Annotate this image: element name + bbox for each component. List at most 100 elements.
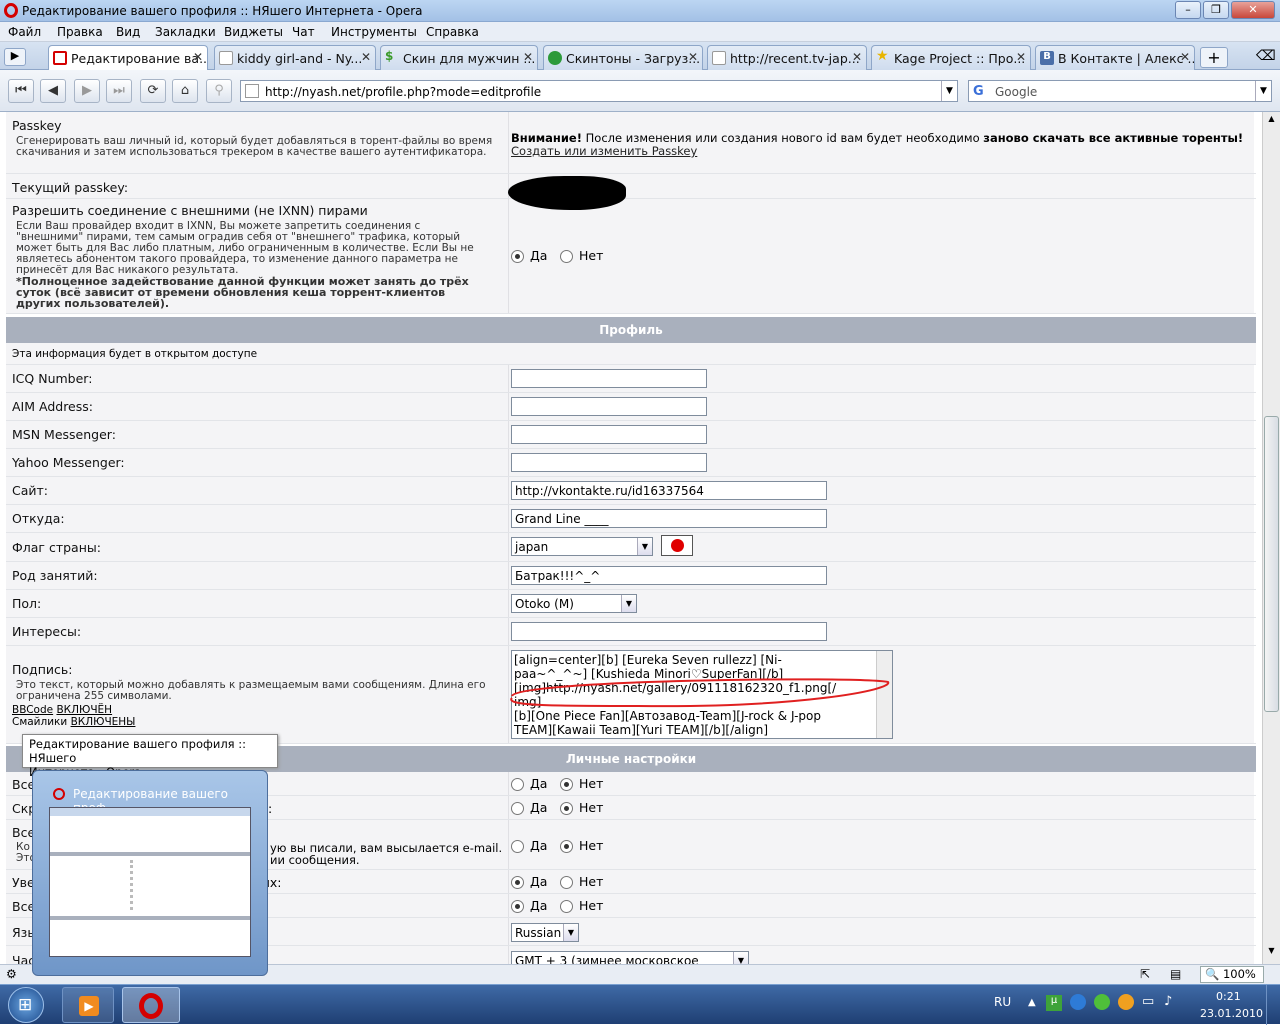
tab-1[interactable]: Редактирование ва... ✕ — [48, 45, 208, 71]
from-input[interactable]: Grand Line ____ — [511, 509, 827, 528]
utorrent-icon[interactable]: μ — [1046, 995, 1062, 1011]
close-button[interactable]: ✕ — [1231, 1, 1275, 19]
tab-3[interactable]: $ Скин для мужчин ... ✕ — [380, 45, 538, 70]
zoom-select[interactable]: 🔍 100% — [1200, 966, 1264, 983]
icq-tray-icon[interactable] — [1094, 994, 1110, 1010]
menu-tools[interactable]: Инструменты — [331, 25, 417, 39]
media-player-icon: ▶ — [79, 996, 99, 1016]
r1-yes-radio[interactable] — [511, 778, 524, 791]
tab-close-icon[interactable]: ✕ — [1016, 50, 1026, 64]
external-peers-note: *Полноценное задействование данной функц… — [16, 275, 469, 310]
interests-input[interactable] — [511, 622, 827, 641]
address-bar[interactable]: http://nyash.net/profile.php?mode=editpr… — [240, 80, 958, 102]
tab-close-icon[interactable]: ✕ — [361, 50, 371, 64]
trash-icon[interactable]: ⌫ — [1256, 48, 1276, 64]
volume-icon[interactable]: ♪ — [1164, 994, 1172, 1009]
search-input[interactable]: G Google ▼ — [968, 80, 1272, 102]
ext-peers-no-radio[interactable] — [560, 250, 573, 263]
address-dropdown-icon[interactable]: ▼ — [941, 81, 957, 101]
menu-file[interactable]: Файл — [8, 25, 41, 39]
r1-no-radio[interactable] — [560, 778, 573, 791]
tab-thumbnail-preview[interactable]: Редактирование вашего проф... — [32, 770, 268, 976]
menu-bookmarks[interactable]: Закладки — [155, 25, 216, 39]
tab-6[interactable]: ★ Kage Project :: Про... ✕ — [871, 45, 1031, 70]
tab-close-icon[interactable]: ✕ — [688, 50, 698, 64]
r5-yes-radio[interactable] — [511, 900, 524, 913]
ext-peers-yes-radio[interactable] — [511, 250, 524, 263]
r3-no-radio[interactable] — [560, 840, 573, 853]
public-note-row: Эта информация будет в открытом доступе — [6, 343, 1256, 365]
tray-expand-icon[interactable]: ▲ — [1028, 997, 1036, 1008]
r3-yes-radio[interactable] — [511, 840, 524, 853]
reload-button[interactable]: ⟳ — [140, 79, 166, 103]
icq-input[interactable] — [511, 369, 707, 388]
scroll-down-icon[interactable]: ▼ — [1264, 946, 1279, 961]
wand-icon[interactable]: ⚲ — [206, 79, 232, 103]
occupation-input[interactable]: Батрак!!!^_^ — [511, 566, 827, 585]
taskbar-opera[interactable] — [122, 987, 180, 1023]
menu-widgets[interactable]: Виджеты — [224, 25, 283, 39]
passkey-desc: Сгенерировать ваш личный id, который буд… — [16, 135, 493, 158]
timezone-select[interactable]: GMT + 3 (зимнее московское время)▼ — [511, 951, 749, 964]
page-scrollbar[interactable]: ▲ ▼ — [1262, 112, 1280, 964]
msn-row: MSN Messenger: — [6, 421, 1256, 449]
tab-close-icon[interactable]: ✕ — [852, 50, 862, 64]
aim-input[interactable] — [511, 397, 707, 416]
menu-view[interactable]: Вид — [116, 25, 140, 39]
panel-toggle-icon[interactable]: ▶ — [4, 48, 26, 66]
dollar-tab-icon: $ — [385, 49, 394, 63]
tab-close-icon[interactable]: ✕ — [193, 50, 203, 64]
rewind-button[interactable]: ⏮ — [8, 79, 34, 103]
tab-7[interactable]: B В Контакте | Алекс ... ✕ — [1035, 45, 1195, 70]
back-button[interactable]: ◀ — [40, 79, 66, 103]
s-tab-icon — [548, 51, 562, 65]
tray-app-icon[interactable] — [1118, 994, 1134, 1010]
tab-4[interactable]: Скинтоны - Загруз... ✕ — [543, 45, 703, 70]
start-button[interactable]: ⊞ — [8, 987, 44, 1023]
new-tab-button[interactable]: + — [1200, 47, 1228, 68]
tab-close-icon[interactable]: ✕ — [523, 50, 533, 64]
taskbar-media-player[interactable]: ▶ — [62, 987, 114, 1023]
external-peers-row: Разрешить соединение с внешними (не IXNN… — [6, 199, 1256, 314]
fit-icon[interactable]: ⇱ — [1140, 967, 1150, 981]
menu-help[interactable]: Справка — [426, 25, 479, 39]
view-icon[interactable]: ▤ — [1170, 967, 1181, 981]
yahoo-input[interactable] — [511, 453, 707, 472]
r4-yes-radio[interactable] — [511, 876, 524, 889]
icq-row: ICQ Number: — [6, 365, 1256, 393]
maximize-button[interactable]: ❐ — [1203, 1, 1229, 19]
network-icon[interactable]: ▭ — [1142, 994, 1154, 1009]
tab-close-icon[interactable]: ✕ — [1180, 50, 1190, 64]
show-desktop-button[interactable] — [1266, 985, 1280, 1025]
scroll-thumb[interactable] — [1264, 416, 1279, 712]
flag-select[interactable]: japan ▼ — [511, 537, 653, 556]
minimize-button[interactable]: – — [1175, 1, 1201, 19]
scroll-up-icon[interactable]: ▲ — [1264, 114, 1279, 129]
passkey-link[interactable]: Создать или изменить Passkey — [511, 144, 697, 158]
site-input[interactable]: http://vkontakte.ru/id16337564 — [511, 481, 827, 500]
page-tab-icon — [712, 51, 726, 65]
bluetooth-icon[interactable] — [1070, 994, 1086, 1010]
search-dropdown-icon[interactable]: ▼ — [1255, 81, 1271, 101]
clock-date[interactable]: 23.01.2010 — [1200, 1007, 1263, 1020]
menu-chat[interactable]: Чат — [292, 25, 315, 39]
r2-yes-radio[interactable] — [511, 802, 524, 815]
language-indicator[interactable]: RU — [994, 995, 1011, 1009]
r2-no-radio[interactable] — [560, 802, 573, 815]
tools-icon[interactable]: ⚙ — [6, 967, 17, 981]
forward-button[interactable]: ▶ — [74, 79, 100, 103]
gender-select[interactable]: Otoko (M) ▼ — [511, 594, 637, 613]
star-tab-icon: ★ — [876, 48, 889, 64]
tab-tooltip: Редактирование вашего профиля :: НЯшегоИ… — [22, 734, 278, 779]
fast-forward-button[interactable]: ⏭ — [106, 79, 132, 103]
clock-time[interactable]: 0:21 — [1216, 990, 1241, 1003]
home-button[interactable]: ⌂ — [172, 79, 198, 103]
msn-input[interactable] — [511, 425, 707, 444]
r5-no-radio[interactable] — [560, 900, 573, 913]
tab-5[interactable]: http://recent.tv-jap... ✕ — [707, 45, 867, 70]
r4-no-radio[interactable] — [560, 876, 573, 889]
language-select[interactable]: Russian ▼ — [511, 923, 579, 942]
menu-edit[interactable]: Правка — [57, 25, 103, 39]
address-url: http://nyash.net/profile.php?mode=editpr… — [265, 85, 542, 99]
tab-2[interactable]: kiddy girl-and - Ny... ✕ — [214, 45, 376, 70]
